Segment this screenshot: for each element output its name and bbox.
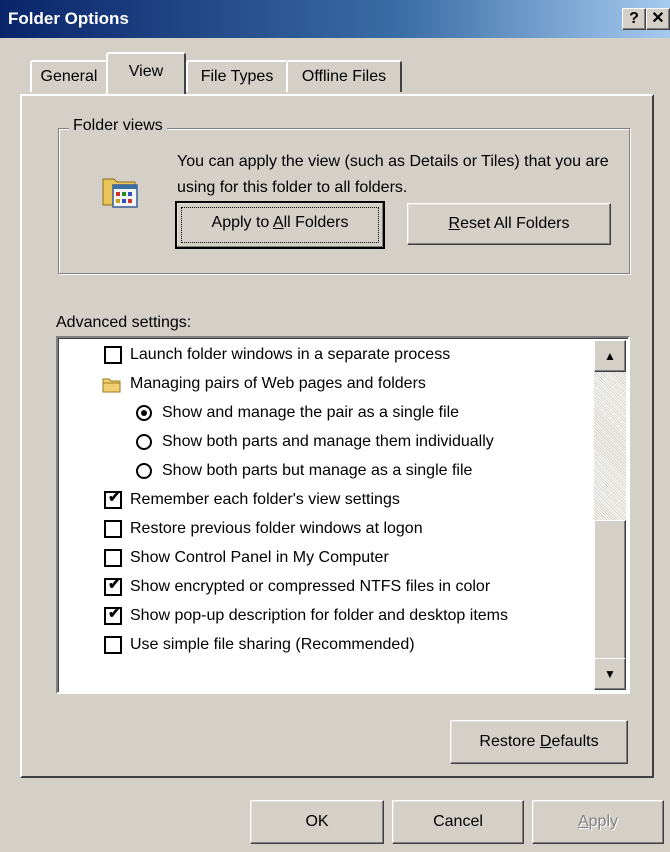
tab-file-types[interactable]: File Types xyxy=(186,60,288,92)
folder-icon xyxy=(102,375,122,404)
close-button[interactable]: ✕ xyxy=(646,8,670,30)
checkbox[interactable]: ✔ xyxy=(104,576,122,596)
radio-button[interactable] xyxy=(136,463,152,479)
check-icon: ✔ xyxy=(108,576,121,593)
scrollbar-thumb[interactable] xyxy=(594,520,626,664)
advanced-settings-label: Advanced settings: xyxy=(56,314,192,331)
folder-views-icon xyxy=(101,171,139,209)
tab-offline-files[interactable]: Offline Files xyxy=(286,60,402,92)
restore-defaults-button[interactable]: Restore Defaults xyxy=(450,720,628,764)
folder-views-label: Folder views xyxy=(69,117,167,135)
checkbox[interactable]: ✔ xyxy=(104,489,122,509)
folder-views-description: You can apply the view (such as Details … xyxy=(177,153,609,196)
apply-button[interactable]: Apply xyxy=(532,800,664,844)
radio-button[interactable] xyxy=(136,434,152,450)
checkbox[interactable]: ✔ xyxy=(104,605,122,625)
title-bar[interactable]: Folder Options ? ✕ xyxy=(0,0,670,38)
ok-button[interactable]: OK xyxy=(250,800,384,844)
checkbox[interactable] xyxy=(104,549,122,567)
vertical-scrollbar[interactable]: ▲ ▼ xyxy=(594,340,626,690)
reset-all-folders-button[interactable]: Reset All Folders xyxy=(407,203,611,245)
tab-view[interactable]: View xyxy=(106,52,186,94)
checkbox[interactable] xyxy=(104,346,122,364)
window-title: Folder Options xyxy=(8,9,129,28)
folder-views-group: Folder views You can apply the view (suc… xyxy=(58,117,630,274)
scroll-up-icon[interactable]: ▲ xyxy=(594,340,626,372)
cancel-button[interactable]: Cancel xyxy=(392,800,524,844)
view-tab-panel: Folder views You can apply the view (suc… xyxy=(20,94,654,778)
help-button[interactable]: ? xyxy=(622,8,646,30)
advanced-settings-list[interactable]: Launch folder windows in a separate proc… xyxy=(56,336,630,694)
checkbox[interactable] xyxy=(104,636,122,654)
tab-general[interactable]: General xyxy=(30,60,108,92)
apply-to-all-folders-button[interactable]: Apply to All Folders xyxy=(175,201,385,249)
check-icon: ✔ xyxy=(108,605,121,622)
radio-button[interactable] xyxy=(136,405,152,421)
checkbox[interactable] xyxy=(104,520,122,538)
scroll-down-icon[interactable]: ▼ xyxy=(594,658,626,690)
check-icon: ✔ xyxy=(108,489,121,506)
